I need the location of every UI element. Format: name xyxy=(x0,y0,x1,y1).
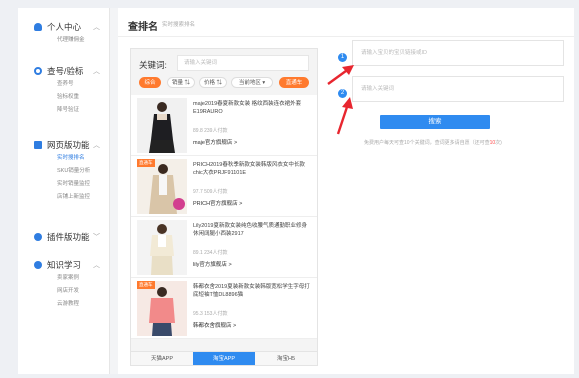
item-shop-link[interactable]: PRICH官方旗舰店 > xyxy=(193,199,242,207)
chevron-up-icon: ︿ xyxy=(93,142,100,149)
product-image: 直通车 xyxy=(137,159,187,214)
sidebar-item[interactable]: 店铺上新监控 xyxy=(18,191,110,204)
item-shop-link[interactable]: lily官方旗舰店 > xyxy=(193,260,232,268)
sidebar-section-learn: 知识学习 ︿ 卖家案例 网店开发 云游教程 xyxy=(18,258,110,311)
filter-chip-sales[interactable]: 销量 ⇅ xyxy=(167,77,195,88)
usage-note-text: 免费用户每天可查10个关键词，查词更多请自愿（还可查 xyxy=(364,140,490,146)
product-image: 直通车 xyxy=(137,281,187,336)
sidebar-item-active[interactable]: 实时搜排名 xyxy=(18,152,110,165)
tab-taobao-h5[interactable]: 淘宝H5 xyxy=(255,351,317,365)
chevron-up-icon: ︿ xyxy=(93,68,100,75)
tab-taobao-app[interactable]: 淘宝APP xyxy=(193,351,255,365)
through-train-badge: 直通车 xyxy=(137,159,155,167)
filter-chip-through-train[interactable]: 直通车 xyxy=(279,77,309,88)
keyword-input[interactable]: 请输入关键词 xyxy=(177,55,309,71)
page-title: 查排名 xyxy=(128,22,158,33)
product-image xyxy=(137,98,187,153)
sidebar-section-label: 知识学习 xyxy=(47,260,82,270)
book-icon xyxy=(34,261,42,269)
list-item[interactable]: 直通车 韩都衣舍2019夏装新款女装韩版宽松学生字母打底短袖T恤DL8896猫 … xyxy=(131,278,317,339)
item-title: maje2019春夏新款女装 格纹西装连衣裙外套E19RAURO xyxy=(193,101,302,115)
sidebar-section-check: 查号/验标 ︿ 查养号 验标权重 降号验证 xyxy=(18,64,110,117)
search-icon xyxy=(34,67,42,75)
sidebar: 个人中心 ︿ 代理赚佣金 查号/验标 ︿ 查养号 验标权重 降号验证 网页版功能… xyxy=(18,8,110,374)
item-title: Lily2019夏新款女装纯色收腰气质通勤职业修身休闲阔腿小西装2917 xyxy=(193,223,307,237)
keyword-field[interactable]: 请输入关键词 xyxy=(352,76,564,102)
item-title: PRICH2019春秋季新款女装韩版风衣女中长款chic大衣PRJF91101E xyxy=(193,162,305,176)
sort-icon: ⇅ xyxy=(216,80,223,86)
sidebar-item[interactable]: 云游教程 xyxy=(18,298,110,311)
plugin-icon xyxy=(34,233,42,241)
item-title: 韩都衣舍2019夏装新款女装韩版宽松学生字母打底短袖T恤DL8896猫 xyxy=(193,284,310,298)
filter-chip-region[interactable]: 当前地区 ▾ xyxy=(231,77,273,88)
sort-icon: ⇅ xyxy=(184,80,191,86)
sidebar-section-label: 查号/验标 xyxy=(47,66,84,76)
sidebar-item[interactable]: 卖家案例 xyxy=(18,272,110,285)
sidebar-section-personal: 个人中心 ︿ 代理赚佣金 xyxy=(18,20,110,47)
filter-chip-comprehensive[interactable]: 综合 xyxy=(139,77,161,88)
filter-label: 价格 xyxy=(203,80,215,86)
sidebar-item[interactable]: 查养号 xyxy=(18,78,110,91)
item-shop-link[interactable]: maje官方旗舰店 > xyxy=(193,138,237,146)
through-train-badge: 直通车 xyxy=(137,281,155,289)
sidebar-section-label: 插件版功能 xyxy=(47,232,90,242)
page-subtitle: 实时搜索排名 xyxy=(162,22,196,28)
sidebar-section-header[interactable]: 查号/验标 ︿ xyxy=(18,64,110,78)
chevron-down-icon: ﹀ xyxy=(93,234,100,241)
sidebar-section-header[interactable]: 知识学习 ︿ xyxy=(18,258,110,272)
sidebar-item[interactable]: 验标权重 xyxy=(18,91,110,104)
filter-chip-price[interactable]: 价格 ⇅ xyxy=(199,77,227,88)
chevron-up-icon: ︿ xyxy=(93,262,100,269)
sidebar-section-plugin: 插件版功能 ﹀ xyxy=(18,230,110,244)
red-arrow-icon xyxy=(327,65,354,85)
filter-label: 销量 xyxy=(171,80,183,86)
sidebar-item[interactable]: SKU销量分析 xyxy=(18,165,110,178)
divider xyxy=(118,36,574,37)
monitor-icon xyxy=(34,141,42,149)
item-meta: 89.8 239人付款 xyxy=(193,128,228,134)
user-icon xyxy=(34,23,42,31)
mobile-preview-panel: 关键词: 请输入关键词 综合 销量 ⇅ 价格 ⇅ 当前地区 ▾ 直通车 maje… xyxy=(130,48,318,366)
sidebar-section-label: 个人中心 xyxy=(47,22,82,32)
chevron-down-icon: ▾ xyxy=(262,80,266,86)
list-item[interactable]: 直通车 PRICH2019春秋季新款女装韩版风衣女中长款chic大衣PRJF91… xyxy=(131,156,317,217)
list-item[interactable]: Lily2019夏新款女装纯色收腰气质通勤职业修身休闲阔腿小西装2917 89.… xyxy=(131,217,317,278)
sidebar-section-web: 网页版功能 ︿ 实时搜排名 SKU销量分析 实时销量监控 店铺上新监控 xyxy=(18,138,110,204)
item-meta: 89.1 234人付款 xyxy=(193,250,228,256)
tab-tmall-app[interactable]: 天猫APP xyxy=(131,351,193,365)
main-content: 查排名 实时搜索排名 关键词: 请输入关键词 综合 销量 ⇅ 价格 ⇅ 当前地区… xyxy=(118,8,574,374)
sidebar-section-header[interactable]: 网页版功能 ︿ xyxy=(18,138,110,152)
usage-note: 免费用户每天可查10个关键词，查词更多请自愿（还可查10次) xyxy=(364,139,502,146)
product-image xyxy=(137,220,187,275)
keyword-label: 关键词: xyxy=(139,60,167,70)
sidebar-section-label: 网页版功能 xyxy=(47,140,90,150)
chevron-up-icon: ︿ xyxy=(93,24,100,31)
usage-note-suffix: 次) xyxy=(495,140,502,146)
red-arrow-icon xyxy=(336,97,353,135)
item-meta: 95.3 153人付款 xyxy=(193,311,228,317)
sidebar-item[interactable]: 实时销量监控 xyxy=(18,178,110,191)
sidebar-item[interactable]: 网店开发 xyxy=(18,285,110,298)
platform-tabs: 天猫APP 淘宝APP 淘宝H5 xyxy=(131,351,317,365)
filter-bar: 综合 销量 ⇅ 价格 ⇅ 当前地区 ▾ 直通车 xyxy=(137,77,315,89)
sidebar-item[interactable]: 代理赚佣金 xyxy=(18,34,110,47)
item-shop-link[interactable]: 韩都衣舍旗舰店 > xyxy=(193,321,236,329)
sidebar-item[interactable]: 降号验证 xyxy=(18,104,110,117)
filter-label: 当前地区 xyxy=(238,80,261,86)
item-meta: 97.7 509人付款 xyxy=(193,189,228,195)
sidebar-section-header[interactable]: 插件版功能 ﹀ xyxy=(18,230,110,244)
list-item[interactable]: maje2019春夏新款女装 格纹西装连衣裙外套E19RAURO 89.8 23… xyxy=(131,95,317,156)
search-button[interactable]: 搜索 xyxy=(380,115,490,129)
sidebar-section-header[interactable]: 个人中心 ︿ xyxy=(18,20,110,34)
product-link-input[interactable]: 请输入宝贝的宝贝链接或ID xyxy=(352,40,564,66)
